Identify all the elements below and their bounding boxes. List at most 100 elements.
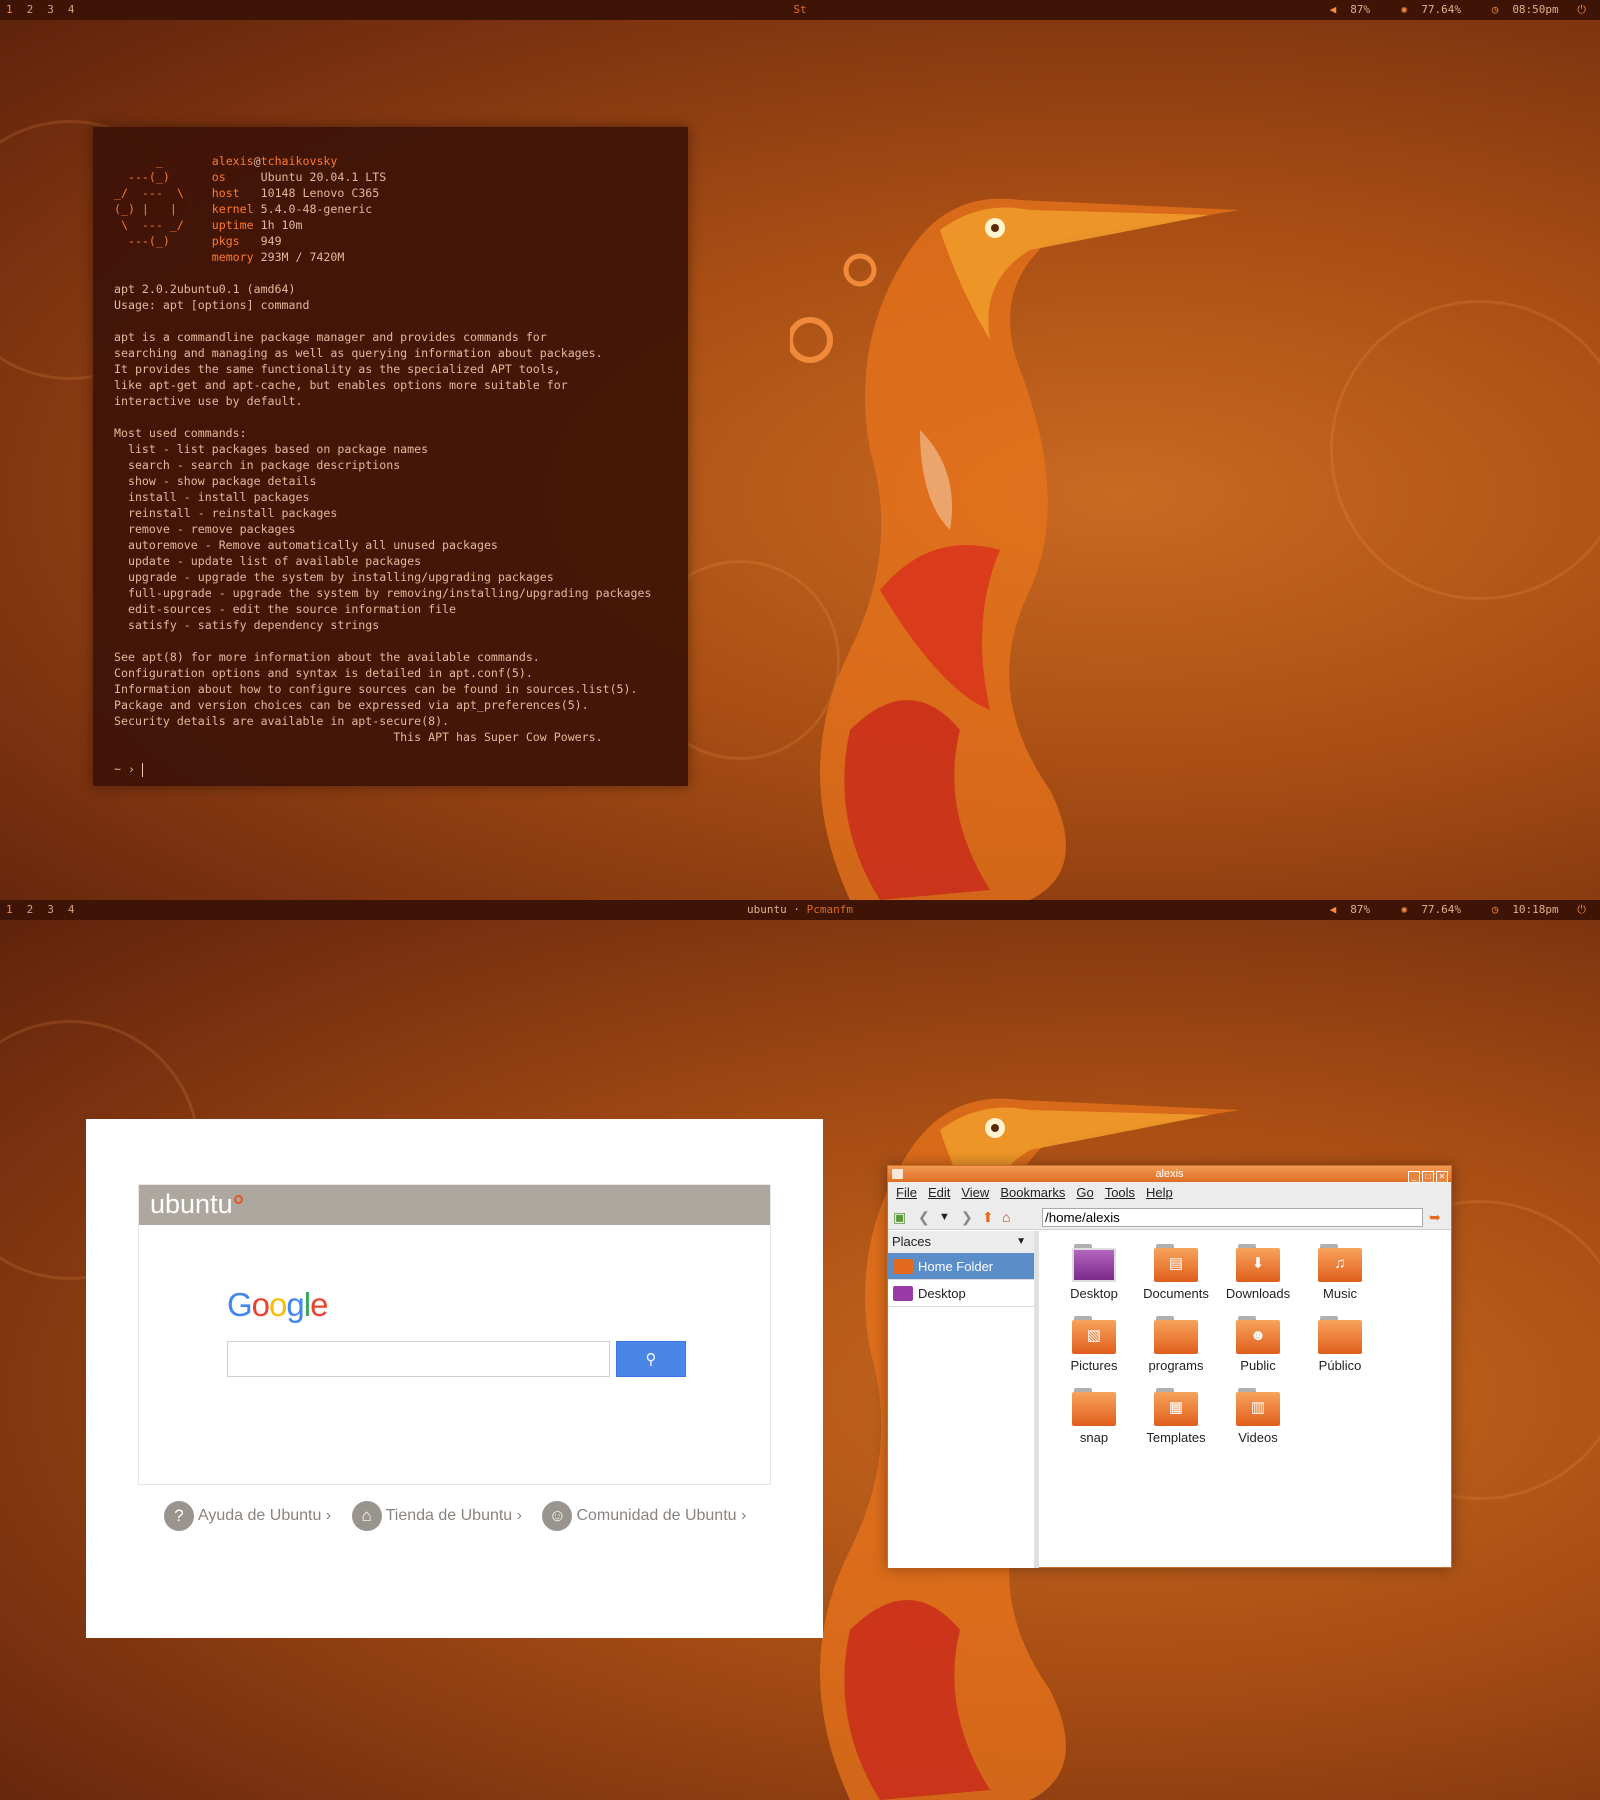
menu-view[interactable]: View xyxy=(961,1185,989,1200)
ubuntu-links: ? Ayuda de Ubuntu › ⌂ Tienda de Ubuntu › ☺… xyxy=(164,1501,762,1531)
brightness-level: 77.64% xyxy=(1421,3,1462,16)
cursor xyxy=(141,762,143,777)
menu-go[interactable]: Go xyxy=(1076,1185,1093,1200)
home-icon[interactable]: ⌂ xyxy=(1002,1209,1010,1225)
menu-file[interactable]: File xyxy=(896,1185,917,1200)
term-line: Configuration options and syntax is deta… xyxy=(114,666,533,680)
desktop-screen-bottom: 1234 ubuntu · Pcmanfm ◀ 87% ✺ 77.64% ◷ 10:1… xyxy=(0,900,1600,1800)
link-tienda[interactable]: ⌂ Tienda de Ubuntu › xyxy=(351,1501,522,1531)
link-comunidad[interactable]: ☺ Comunidad de Ubuntu › xyxy=(542,1501,746,1531)
file-item-público[interactable]: Público xyxy=(1293,1316,1387,1373)
ascii-art-line: \ --- _/ xyxy=(114,218,212,232)
brightness-icon[interactable]: ✺ xyxy=(1401,903,1408,916)
file-item-label: programs xyxy=(1148,1358,1204,1373)
term-line: like apt-get and apt-cache, but enables … xyxy=(114,378,568,392)
desktop-screen-top: 1234 St ◀ 87% ✺ 77.64% ◷ 08:50pm ⏻ _ alexis… xyxy=(0,0,1600,900)
menu-bookmarks[interactable]: Bookmarks xyxy=(1000,1185,1065,1200)
term-line: ---(_) pkgs 949 xyxy=(114,234,282,248)
ascii-art-line: _/ --- \ xyxy=(114,186,212,200)
file-item-pictures[interactable]: ▧ Pictures xyxy=(1047,1316,1141,1373)
term-line: _ alexis@tchaikovsky xyxy=(114,154,338,168)
file-item-label: Desktop xyxy=(1070,1286,1118,1301)
volume-icon[interactable]: ◀ xyxy=(1330,3,1337,16)
file-item-public[interactable]: ☻ Public xyxy=(1211,1316,1305,1373)
sidebar-item-desktop[interactable]: Desktop xyxy=(888,1280,1034,1307)
public-folder-icon: ☻ xyxy=(1236,1316,1280,1354)
volume-icon[interactable]: ◀ xyxy=(1330,903,1337,916)
wallpaper-bird-icon xyxy=(790,198,1240,900)
file-item-videos[interactable]: ▥ Videos xyxy=(1211,1388,1305,1445)
close-icon[interactable]: ✕ xyxy=(1436,1171,1448,1183)
term-info-key: kernel xyxy=(211,202,261,216)
file-item-label: Documents xyxy=(1143,1286,1209,1301)
power-icon[interactable]: ⏻ xyxy=(1577,903,1586,916)
up-icon[interactable]: ⬆ xyxy=(982,1209,994,1225)
clock-icon: ◷ xyxy=(1491,903,1499,916)
downloads-folder-icon: ⬇ xyxy=(1236,1244,1280,1282)
file-grid: Desktop ▤ Documents ⬇ Downloads ♫ Music ▧ Pictur… xyxy=(1040,1232,1451,1567)
file-item-downloads[interactable]: ⬇ Downloads xyxy=(1211,1244,1305,1301)
ascii-art-line xyxy=(114,250,212,264)
term-line: update - update list of available packag… xyxy=(114,554,422,568)
file-item-documents[interactable]: ▤ Documents xyxy=(1129,1244,1223,1301)
file-item-programs[interactable]: programs xyxy=(1129,1316,1223,1373)
term-line: show - show package details xyxy=(114,474,317,488)
places-sidebar: Places ▼ Home Folder Desktop xyxy=(888,1231,1039,1568)
menu-edit[interactable]: Edit xyxy=(928,1185,950,1200)
search-button[interactable]: ⚲ xyxy=(616,1341,686,1377)
term-line: remove - remove packages xyxy=(114,522,296,536)
sidebar-item-home[interactable]: Home Folder xyxy=(888,1253,1034,1280)
volume-level: 87% xyxy=(1350,3,1371,16)
history-dropdown-icon[interactable]: ▼ xyxy=(939,1209,950,1225)
term-user: alexis xyxy=(211,154,254,168)
google-logo-letter: o xyxy=(269,1286,287,1323)
term-line: search - search in package descriptions xyxy=(114,458,401,472)
file-item-desktop[interactable]: Desktop xyxy=(1047,1244,1141,1301)
google-search-input[interactable] xyxy=(227,1341,610,1377)
file-item-templates[interactable]: ▦ Templates xyxy=(1129,1388,1223,1445)
term-info-key: os xyxy=(211,170,261,184)
shop-icon: ⌂ xyxy=(351,1501,382,1531)
wallpaper-swirl xyxy=(1330,300,1600,600)
file-item-snap[interactable]: snap xyxy=(1047,1388,1141,1445)
file-item-label: Music xyxy=(1323,1286,1357,1301)
google-logo-letter: g xyxy=(286,1286,304,1323)
terminal-window[interactable]: _ alexis@tchaikovsky ---(_) os Ubuntu 20… xyxy=(93,127,688,786)
window-titlebar[interactable]: alexis _ □ ✕ xyxy=(888,1166,1451,1183)
folder-icon xyxy=(1072,1388,1116,1426)
status-area: ◀ 87% ✺ 77.64% ◷ 10:18pm ⏻ xyxy=(1306,900,1588,920)
google-logo-letter: G xyxy=(227,1286,253,1323)
google-logo: Google xyxy=(227,1286,328,1324)
term-line: list - list packages based on package na… xyxy=(114,442,429,456)
chevron-down-icon[interactable]: ▼ xyxy=(1016,1231,1026,1253)
places-header[interactable]: Places ▼ xyxy=(888,1231,1034,1253)
brightness-icon[interactable]: ✺ xyxy=(1401,3,1408,16)
title-separator: · xyxy=(793,903,800,916)
minimize-icon[interactable]: _ xyxy=(1408,1171,1420,1183)
location-bar[interactable] xyxy=(1042,1208,1423,1227)
folder-icon xyxy=(1318,1316,1362,1354)
term-line: Information about how to configure sourc… xyxy=(114,682,638,696)
toolbar: ▣ ❮ ▼ ❯ ⬆ ⌂ ➥ xyxy=(888,1204,1451,1230)
term-line: autoremove - Remove automatically all un… xyxy=(114,538,498,552)
new-tab-icon[interactable]: ▣ xyxy=(893,1209,906,1225)
google-logo-letter: o xyxy=(251,1286,270,1323)
desktop-folder-icon xyxy=(1072,1244,1116,1282)
videos-folder-icon: ▥ xyxy=(1236,1388,1280,1426)
term-line: Usage: apt [options] command xyxy=(114,298,310,312)
file-item-label: Public xyxy=(1240,1358,1276,1373)
power-icon[interactable]: ⏻ xyxy=(1577,3,1586,16)
window-menu-icon[interactable] xyxy=(892,1169,903,1179)
maximize-icon[interactable]: □ xyxy=(1422,1171,1434,1183)
go-icon[interactable]: ➥ xyxy=(1429,1209,1441,1225)
menu-help[interactable]: Help xyxy=(1146,1185,1173,1200)
file-item-label: snap xyxy=(1079,1430,1109,1445)
forward-icon[interactable]: ❯ xyxy=(961,1209,973,1225)
window-title-host: ubuntu xyxy=(747,903,787,916)
templates-folder-icon: ▦ xyxy=(1154,1388,1198,1426)
back-icon[interactable]: ❮ xyxy=(918,1209,930,1225)
link-ayuda[interactable]: ? Ayuda de Ubuntu › xyxy=(164,1501,331,1531)
menu-tools[interactable]: Tools xyxy=(1105,1185,1135,1200)
file-item-music[interactable]: ♫ Music xyxy=(1293,1244,1387,1301)
term-line: ---(_) os Ubuntu 20.04.1 LTS xyxy=(114,170,387,184)
